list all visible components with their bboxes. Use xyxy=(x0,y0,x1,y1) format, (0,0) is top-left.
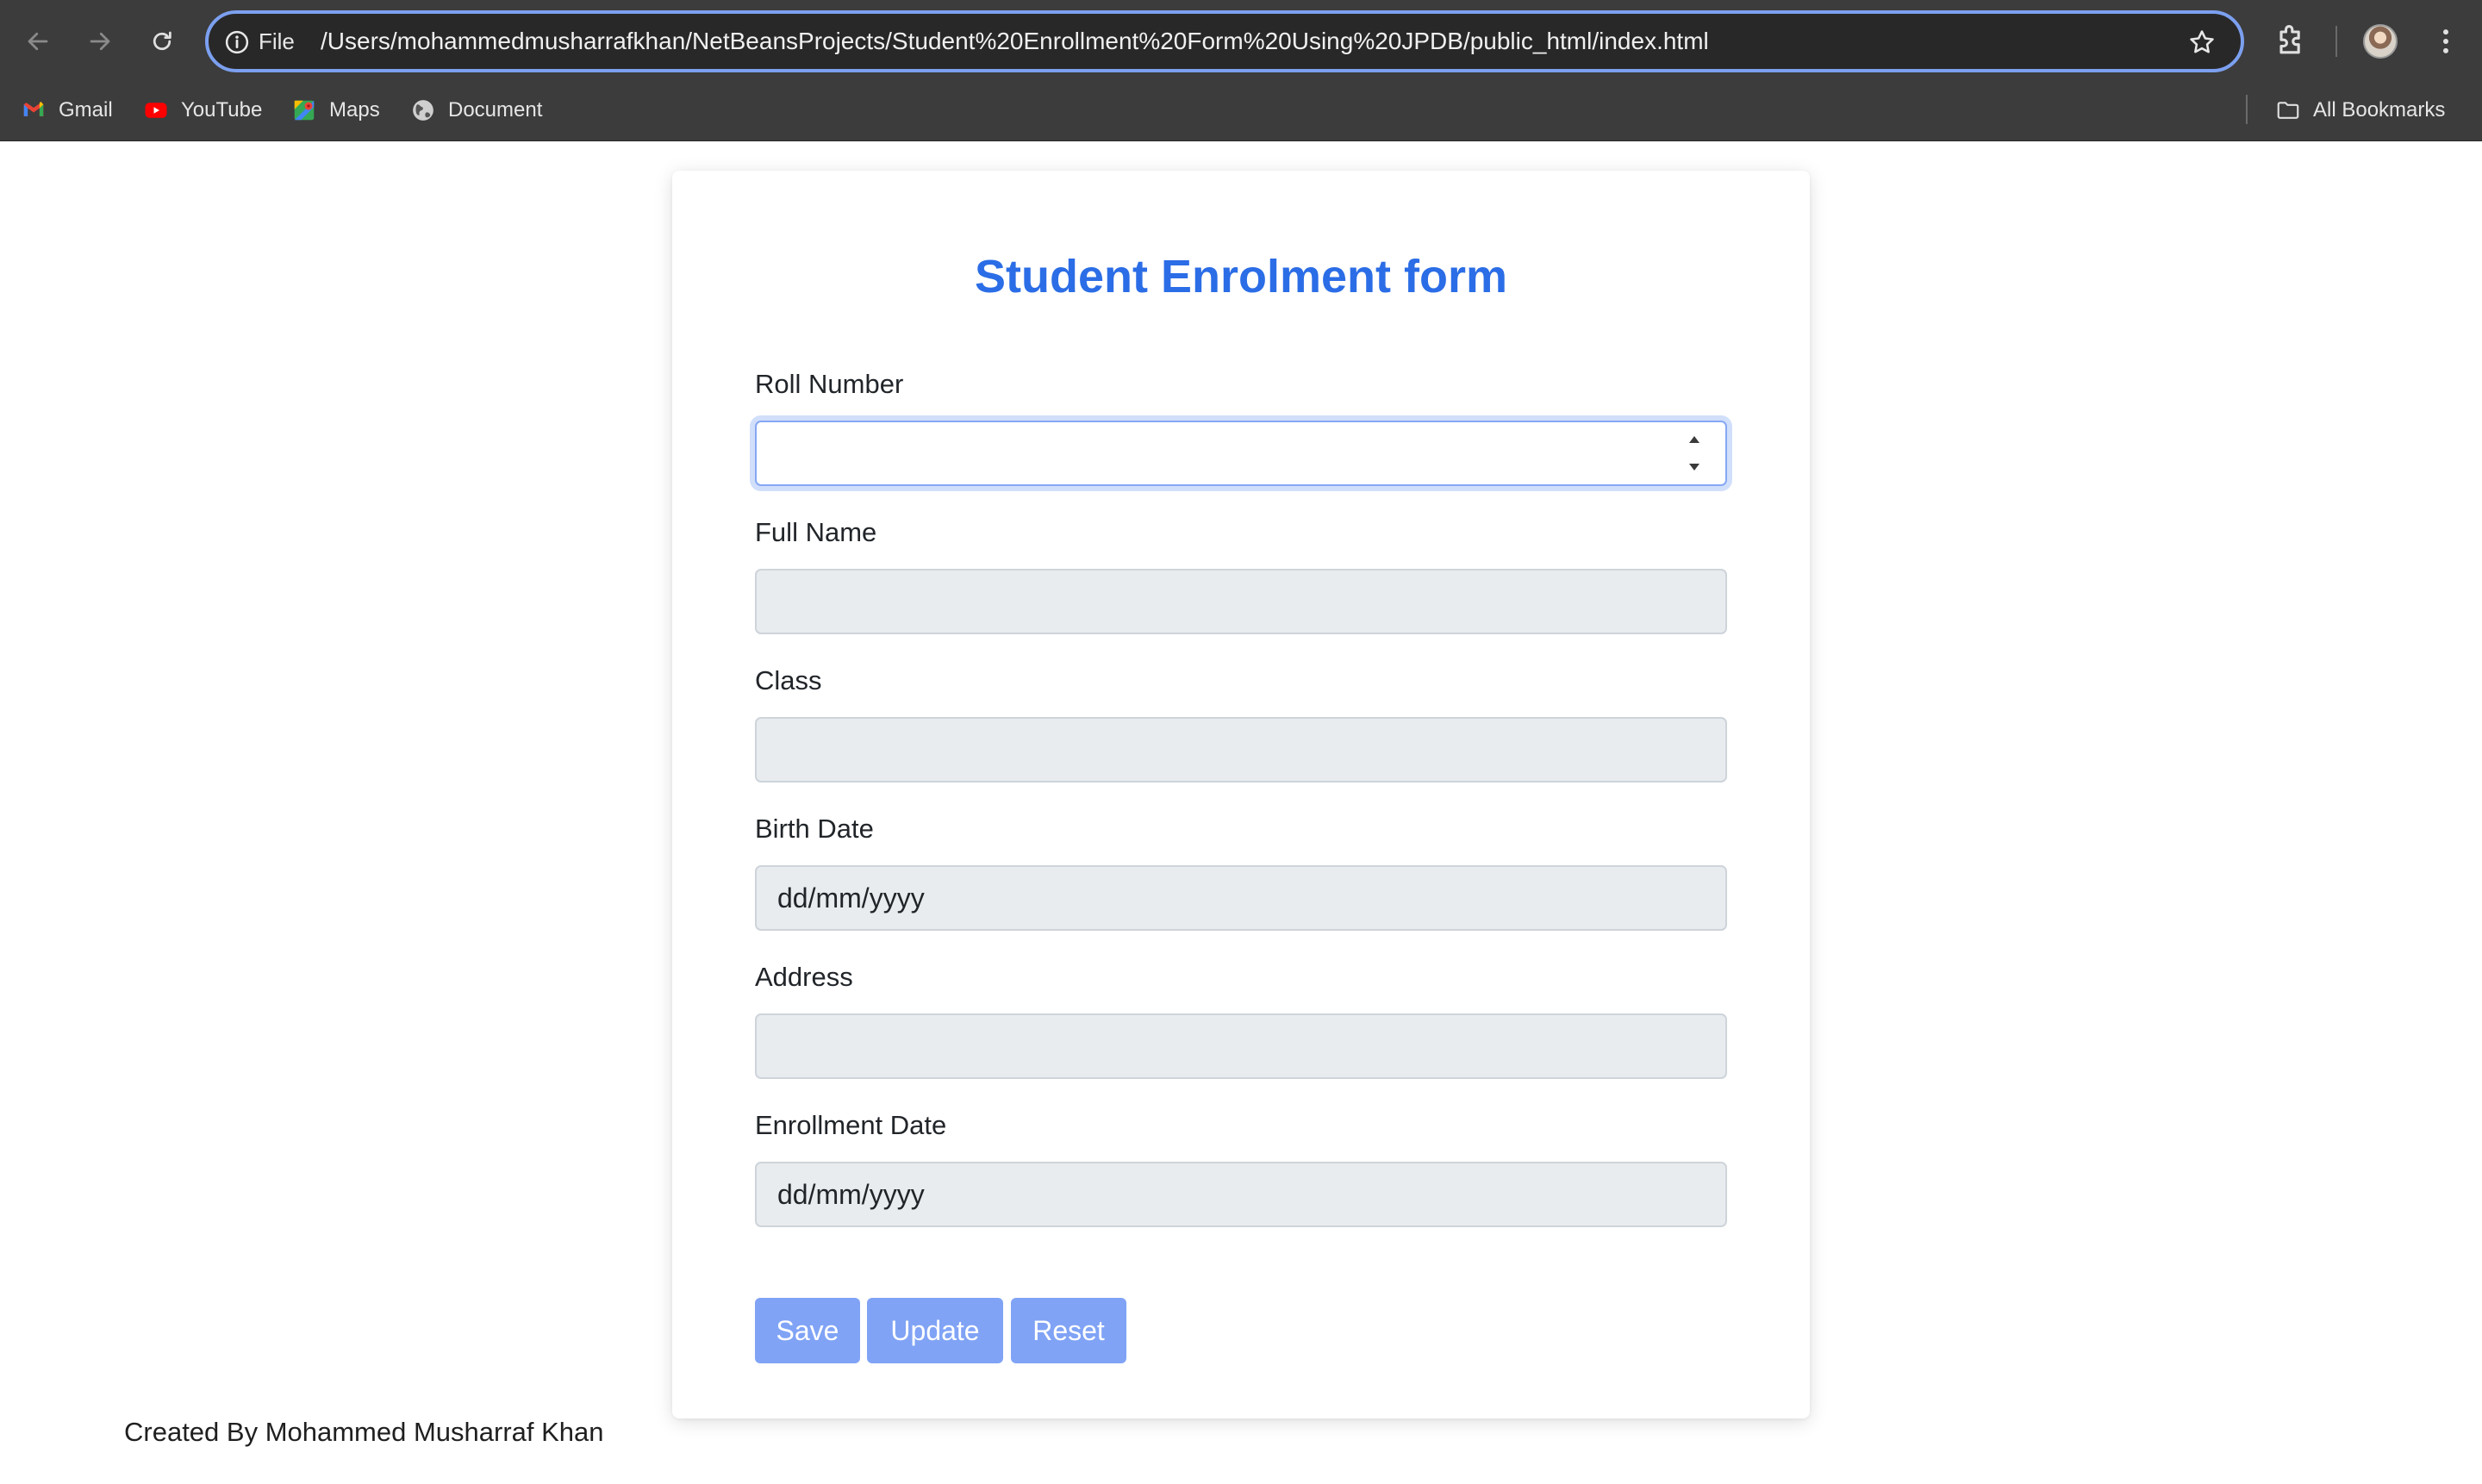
bookmark-maps[interactable]: Maps xyxy=(291,83,380,138)
full-name-label: Full Name xyxy=(755,517,877,547)
spinner-down-icon[interactable] xyxy=(1687,462,1701,472)
roll-number-label: Roll Number xyxy=(755,369,904,399)
back-button[interactable] xyxy=(19,22,57,60)
reset-button[interactable]: Reset xyxy=(1011,1298,1126,1363)
enrollment-date-input[interactable]: dd/mm/yyyy xyxy=(755,1162,1727,1227)
info-icon[interactable] xyxy=(224,29,250,55)
folder-icon xyxy=(2277,102,2299,119)
bookmark-label: YouTube xyxy=(181,98,263,122)
bookmarks-divider xyxy=(2246,95,2248,124)
bookmark-label: Gmail xyxy=(59,98,113,122)
scheme-chip[interactable]: File xyxy=(259,14,295,69)
browser-toolbar: File /Users/mohammedmusharrafkhan/NetBea… xyxy=(0,0,2482,83)
star-icon[interactable] xyxy=(2187,28,2217,57)
gmail-icon xyxy=(23,102,44,116)
maps-icon xyxy=(294,100,315,121)
enrollment-date-value: dd/mm/yyyy xyxy=(777,1179,925,1210)
arrow-right-icon xyxy=(90,32,110,51)
youtube-icon xyxy=(145,103,167,118)
forward-button[interactable] xyxy=(81,22,119,60)
address-input[interactable] xyxy=(755,1013,1727,1079)
reload-button[interactable] xyxy=(143,22,181,60)
class-label: Class xyxy=(755,665,822,695)
enrollment-date-label: Enrollment Date xyxy=(755,1110,947,1140)
toolbar-divider xyxy=(2335,26,2337,57)
birth-date-label: Birth Date xyxy=(755,814,874,844)
globe-icon xyxy=(413,100,433,121)
bookmark-label: Document xyxy=(448,98,543,122)
number-spinner[interactable] xyxy=(1684,434,1705,472)
bookmark-label: Maps xyxy=(329,98,380,122)
bookmarks-bar: Gmail YouTube Maps Document All Bookmark… xyxy=(0,83,2482,141)
form-title: Student Enrolment form xyxy=(975,251,1507,302)
profile-avatar[interactable] xyxy=(2363,24,2398,59)
enrolment-form-card: Student Enrolment form Roll Number Full … xyxy=(672,171,1810,1419)
footer-credit: Created By Mohammed Musharraf Khan xyxy=(124,1417,604,1447)
page-content: Student Enrolment form Roll Number Full … xyxy=(0,141,2482,1484)
reload-icon xyxy=(153,31,171,51)
bookmark-gmail[interactable]: Gmail xyxy=(21,83,113,138)
class-input[interactable] xyxy=(755,717,1727,783)
full-name-input[interactable] xyxy=(755,569,1727,634)
url-text[interactable]: /Users/mohammedmusharrafkhan/NetBeansPro… xyxy=(321,14,1709,69)
all-bookmarks-label: All Bookmarks xyxy=(2313,98,2446,122)
spinner-up-icon[interactable] xyxy=(1687,434,1701,445)
more-vert-icon[interactable] xyxy=(2429,22,2463,60)
roll-number-input[interactable] xyxy=(755,421,1727,486)
address-bar[interactable]: File /Users/mohammedmusharrafkhan/NetBea… xyxy=(205,10,2244,72)
update-button[interactable]: Update xyxy=(867,1298,1003,1363)
address-label: Address xyxy=(755,962,853,992)
birth-date-value: dd/mm/yyyy xyxy=(777,882,925,913)
bookmark-youtube[interactable]: YouTube xyxy=(143,83,262,138)
save-button[interactable]: Save xyxy=(755,1298,860,1363)
puzzle-icon[interactable] xyxy=(2272,22,2310,60)
birth-date-input[interactable]: dd/mm/yyyy xyxy=(755,865,1727,931)
bookmark-document[interactable]: Document xyxy=(410,83,542,138)
arrow-left-icon xyxy=(28,32,48,51)
all-bookmarks-button[interactable]: All Bookmarks xyxy=(2275,83,2445,138)
